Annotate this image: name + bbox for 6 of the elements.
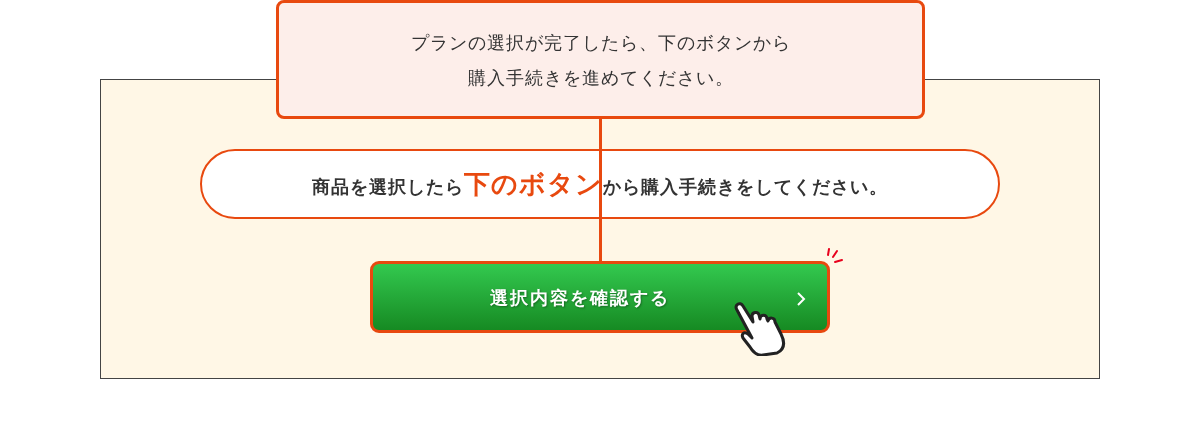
confirm-button[interactable]: 選択内容を確認する: [370, 261, 830, 333]
sparkle-icon: [826, 247, 844, 265]
callout-text: 購入手続きを進めてください。: [467, 65, 734, 90]
chevron-icon: [796, 291, 806, 307]
callout-text: プランの選択が完了したら、下のボタンから: [410, 30, 791, 55]
notice-text: 商品を選択したら下のボタン から購入手続きをしてください。: [312, 167, 888, 201]
